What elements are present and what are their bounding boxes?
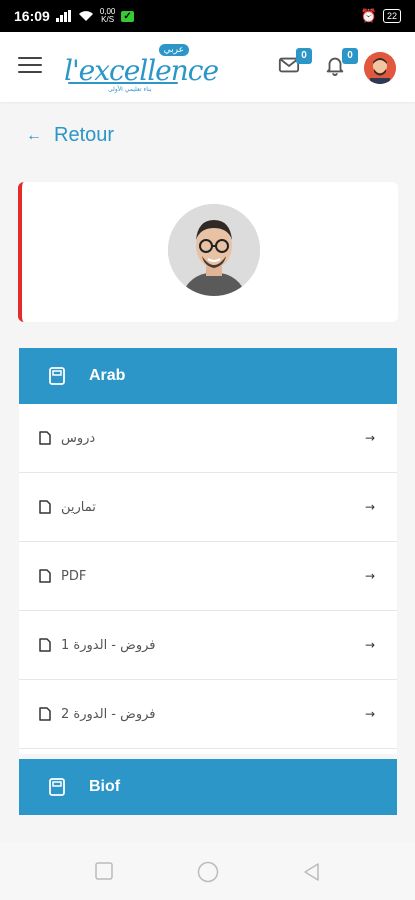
user-avatar[interactable] [364, 52, 396, 84]
list-item-label: تمارين [61, 499, 96, 515]
status-time: 16:09 [14, 8, 50, 24]
alarm-icon: ⏰ [360, 8, 377, 23]
file-icon [39, 707, 51, 721]
subject-items-list: دروس → تمارين → PDF → فروض - الدورة 1 → … [19, 404, 397, 754]
arrow-right-icon: → [364, 431, 375, 445]
notebook-icon [49, 367, 65, 385]
teacher-portrait [168, 204, 260, 296]
battery-icon: 22 [382, 9, 401, 23]
arrow-left-icon: ← [26, 126, 42, 144]
list-item-label: فروض - الدورة 2 [61, 706, 156, 722]
file-icon [39, 500, 51, 514]
recent-apps-icon[interactable] [95, 862, 113, 880]
file-icon [39, 431, 51, 445]
app-logo[interactable]: عربي l'excellence بناء تعليمي الأولى [60, 40, 219, 96]
list-item-exams-session-1[interactable]: فروض - الدورة 1 → [19, 611, 397, 680]
status-right: ⏰ 22 [361, 8, 401, 24]
subject-header-biof[interactable]: Biof [19, 759, 397, 815]
notifications-badge: 0 [342, 48, 358, 64]
system-navigation-bar [0, 842, 415, 900]
subject-title: Arab [89, 367, 126, 384]
list-item-label: دروس [61, 430, 96, 446]
subject-title: Biof [89, 778, 121, 795]
wifi-icon [78, 11, 93, 21]
list-item-exams-session-2[interactable]: فروض - الدورة 2 → [19, 680, 397, 749]
avatar-illustration [364, 52, 396, 84]
back-link[interactable]: ← Retour [26, 124, 114, 147]
list-item-lessons[interactable]: دروس → [19, 404, 397, 473]
logo-subtitle: بناء تعليمي الأولى [108, 86, 152, 93]
list-item-label: PDF [61, 568, 87, 584]
list-item-pdf[interactable]: PDF → [19, 542, 397, 611]
hamburger-menu-icon[interactable] [18, 57, 42, 75]
app-notification-icon: ✓ [121, 10, 134, 22]
signal-icon [55, 10, 71, 22]
network-speed: 0,00 K/S [99, 7, 116, 24]
subject-header-arab[interactable]: Arab [19, 348, 397, 404]
teacher-photo [168, 204, 260, 296]
back-label: Retour [54, 124, 115, 146]
back-nav-icon[interactable] [302, 862, 320, 882]
file-icon [39, 569, 51, 583]
home-icon[interactable] [197, 861, 219, 883]
arrow-right-icon: → [364, 707, 375, 721]
file-icon [39, 638, 51, 652]
teacher-profile-card [18, 182, 398, 322]
arrow-right-icon: → [364, 638, 375, 652]
list-item-exercises[interactable]: تمارين → [19, 473, 397, 542]
app-header: عربي l'excellence بناء تعليمي الأولى 0 0 [0, 32, 415, 102]
notebook-icon [49, 778, 65, 796]
messages-badge: 0 [296, 48, 312, 64]
arrow-right-icon: → [364, 500, 375, 514]
arrow-right-icon: → [364, 569, 375, 583]
messages-button[interactable]: 0 [278, 48, 312, 80]
status-left: 16:09 0,00 K/S ✓ [14, 8, 134, 24]
list-item-label: فروض - الدورة 1 [61, 637, 156, 653]
notifications-button[interactable]: 0 [324, 48, 358, 80]
status-bar: 16:09 0,00 K/S ✓ ⏰ 22 [0, 0, 415, 32]
logo-swoosh [68, 82, 178, 84]
